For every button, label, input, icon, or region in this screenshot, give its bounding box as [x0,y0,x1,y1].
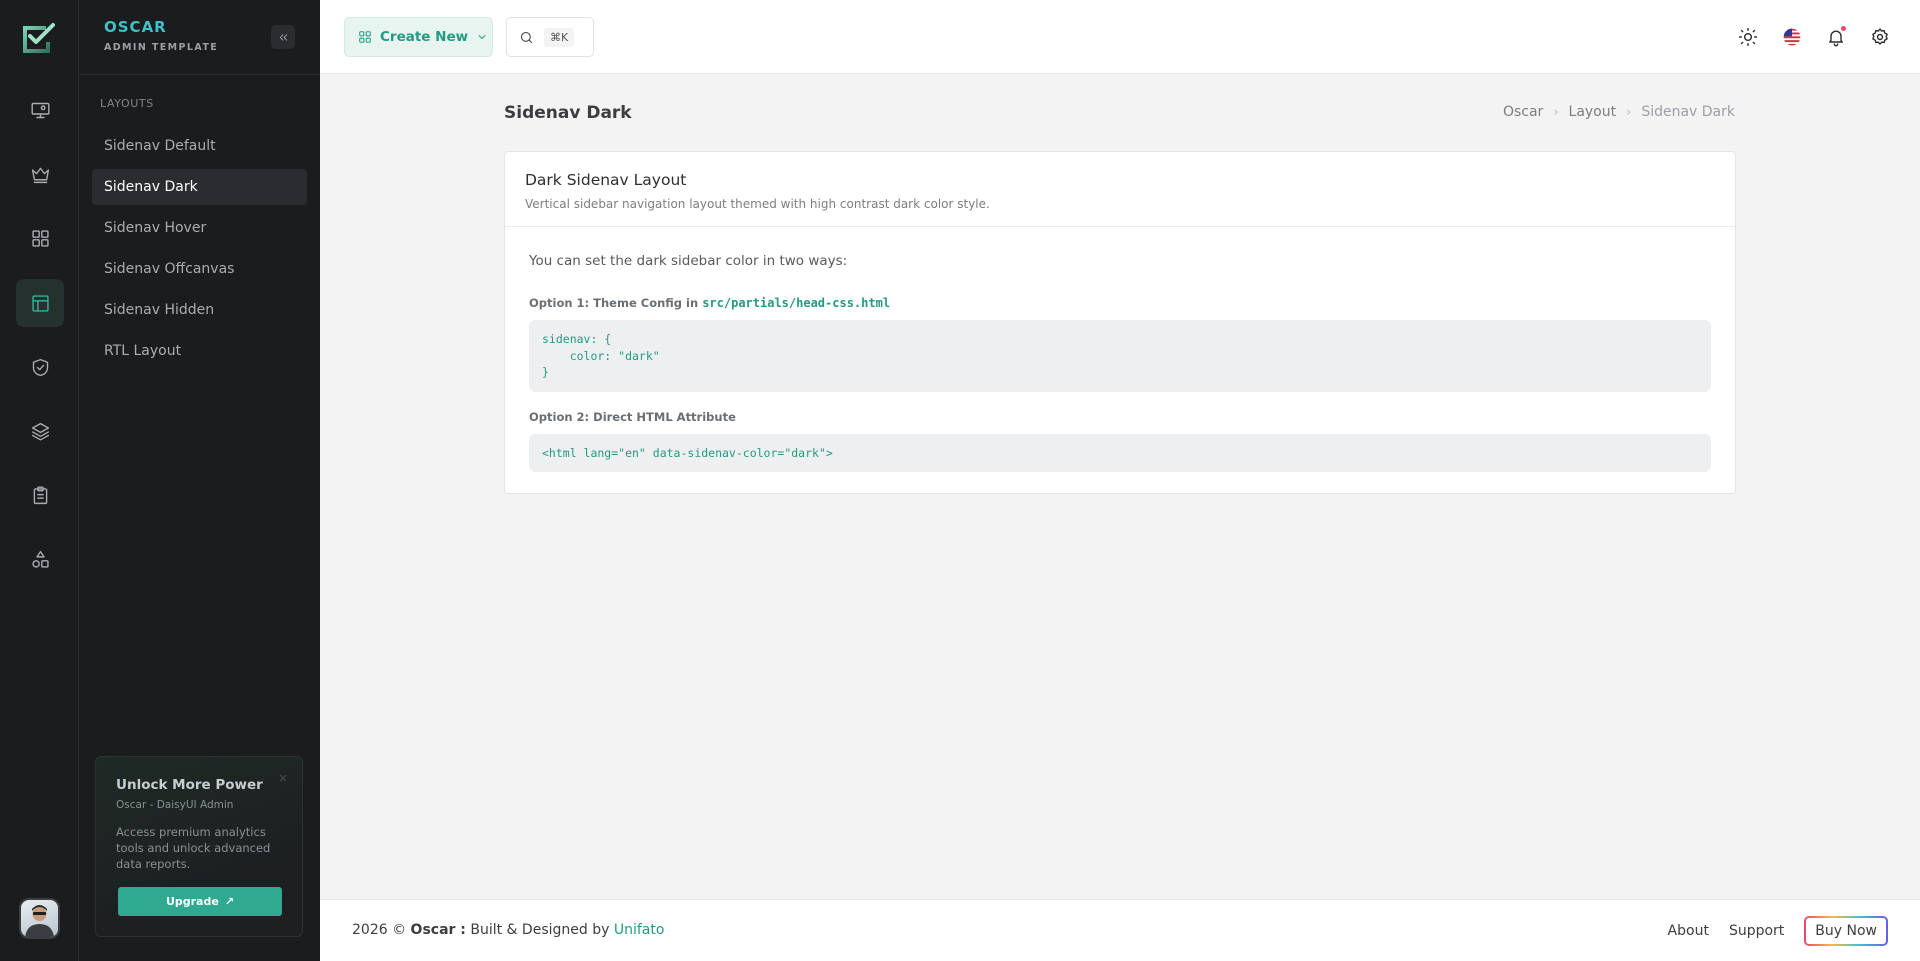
upgrade-button[interactable]: Upgrade ↗ [118,887,282,916]
crown-icon [31,167,49,183]
breadcrumb: Oscar › Layout › Sidenav Dark [1503,104,1735,120]
layout-icon [31,294,49,312]
promo-card: × Unlock More Power Oscar - DaisyUI Admi… [95,756,303,937]
arrow-up-right-icon: ↗ [224,895,235,908]
theme-toggle-button[interactable] [1735,24,1761,50]
brand-subtitle: ADMIN TEMPLATE [104,42,219,53]
chevron-right-icon: › [1626,104,1632,120]
sidebar-item-sidenav-default[interactable]: Sidenav Default [92,128,307,164]
clipboard-icon [33,485,47,504]
monitor-icon [30,102,50,118]
notifications-button[interactable] [1823,24,1849,50]
notification-dot [1841,26,1846,31]
footer: 2026 © Oscar : Built & Designed by Unifa… [320,899,1920,961]
footer-links: About Support Buy Now [1668,916,1888,946]
sidebar-divider [79,74,320,75]
option-1-label: Option 1: Theme Config in src/partials/h… [529,296,1711,310]
sidebar-nav: Sidenav Default Sidenav Dark Sidenav Hov… [92,128,307,374]
rail-item-apps[interactable] [16,214,64,262]
collapse-sidebar-button[interactable] [271,25,295,49]
card-body: You can set the dark sidebar color in tw… [505,227,1735,498]
sidebar-item-sidenav-offcanvas[interactable]: Sidenav Offcanvas [92,251,307,287]
footer-built-by: Built & Designed by [470,922,610,938]
close-icon[interactable]: × [278,771,288,785]
shapes-icon [31,550,49,568]
code-block-html-attribute: <html lang="en" data-sidenav-color="dark… [529,433,1711,472]
topbar: Create New ⌘K [320,0,1920,74]
rail-item-layouts[interactable] [16,279,64,327]
sun-icon [1738,27,1758,47]
brand[interactable]: OSCAR ADMIN TEMPLATE [104,18,218,53]
rail-item-premium[interactable] [16,150,64,198]
promo-title: Unlock More Power [116,777,263,793]
promo-subtitle: Oscar - DaisyUI Admin [116,799,234,811]
sidebar-item-sidenav-hover[interactable]: Sidenav Hover [92,210,307,246]
card-title: Dark Sidenav Layout [525,171,687,189]
create-new-button[interactable]: Create New [344,17,493,57]
option-1-path: src/partials/head-css.html [702,296,891,310]
footer-brand: Oscar : [410,922,466,938]
footer-link-about[interactable]: About [1668,923,1709,939]
apps-icon [359,31,371,43]
shield-check-icon [32,358,48,376]
grid-icon [31,229,49,247]
card-description: Vertical sidebar navigation layout theme… [525,197,990,211]
breadcrumb-current: Sidenav Dark [1641,104,1735,120]
footer-copyright: 2026 © Oscar : Built & Designed by Unifa… [352,922,664,938]
breadcrumb-item[interactable]: Oscar [1503,104,1543,120]
chevrons-left-icon [279,33,287,41]
gear-icon [1872,28,1888,45]
footer-company-link[interactable]: Unifato [614,922,665,938]
avatar[interactable] [19,898,60,939]
content-card: Dark Sidenav Layout Vertical sidebar nav… [504,151,1736,494]
intro-text: You can set the dark sidebar color in tw… [529,253,848,269]
upgrade-button-label: Upgrade [165,895,219,908]
page-title: Sidenav Dark [504,103,632,123]
icon-rail [0,0,79,961]
logo-icon[interactable] [20,20,56,56]
chevron-right-icon: › [1553,104,1559,120]
card-header: Dark Sidenav Layout Vertical sidebar nav… [505,152,1735,227]
layers-icon [31,422,49,441]
us-flag-icon [1783,28,1801,46]
settings-button[interactable] [1867,24,1893,50]
rail-item-ui[interactable] [16,535,64,583]
sidebar-item-sidenav-dark[interactable]: Sidenav Dark [92,169,307,205]
option-1-text: Option 1: Theme Config in [529,296,699,310]
sidebar-section-title: LAYOUTS [100,97,154,110]
code-block-theme-config: sidenav: { color: "dark" } [529,320,1711,392]
rail-item-components[interactable] [16,407,64,455]
chevron-down-icon [478,35,486,39]
language-button[interactable] [1779,24,1805,50]
search-shortcut: ⌘K [544,27,575,47]
sidebar: OSCAR ADMIN TEMPLATE LAYOUTS Sidenav Def… [79,0,320,961]
option-2-label: Option 2: Direct HTML Attribute [529,409,736,424]
create-new-label: Create New [380,29,469,45]
rail-item-forms[interactable] [16,471,64,519]
breadcrumb-item[interactable]: Layout [1569,104,1617,120]
sidebar-item-rtl-layout[interactable]: RTL Layout [92,333,307,369]
footer-link-support[interactable]: Support [1729,923,1784,939]
search-icon [520,31,533,43]
brand-name: OSCAR [104,18,167,36]
search-button[interactable]: ⌘K [506,17,594,57]
buy-now-button[interactable]: Buy Now [1804,916,1888,946]
rail-item-auth[interactable] [16,343,64,391]
rail-item-dashboard[interactable] [16,86,64,134]
user-avatar-icon [25,905,54,937]
footer-year: 2026 © [352,922,407,938]
promo-text: Access premium analytics tools and unloc… [116,825,271,871]
sidebar-item-sidenav-hidden[interactable]: Sidenav Hidden [92,292,307,328]
